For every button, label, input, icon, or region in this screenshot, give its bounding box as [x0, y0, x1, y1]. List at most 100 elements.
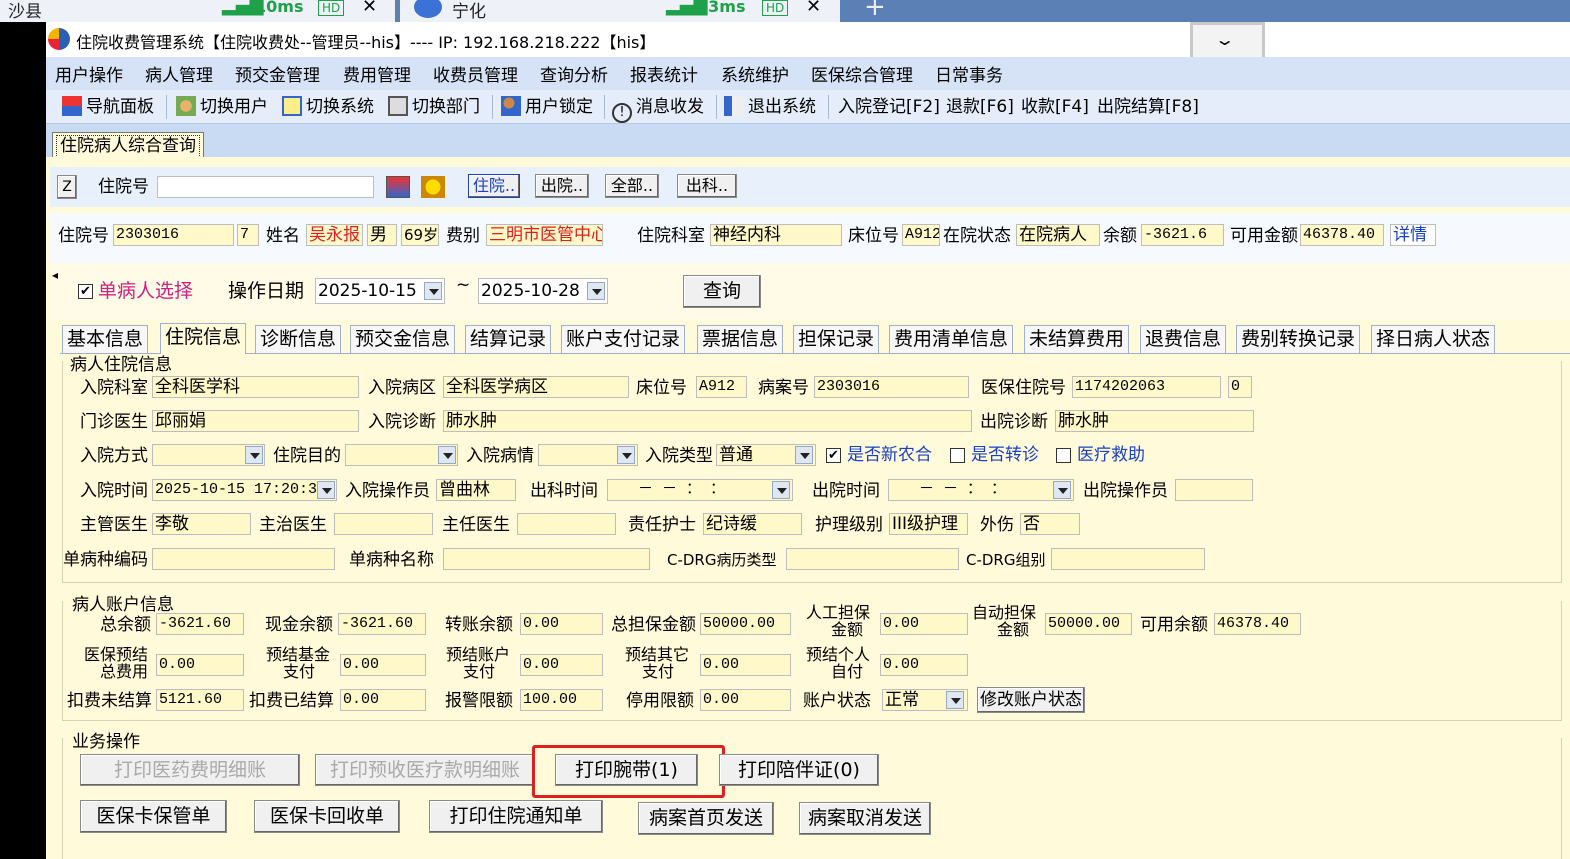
new-tab-icon[interactable]: +	[864, 0, 886, 22]
chief-doctor-field[interactable]: 李敬	[152, 513, 251, 535]
print-escort-pass-button[interactable]: 打印陪伴证(0)	[719, 754, 879, 786]
case-home-send-button[interactable]: 病案首页发送	[638, 802, 774, 835]
stop-limit-field[interactable]: 0.00	[700, 689, 791, 711]
age-field[interactable]: 69岁	[401, 224, 439, 246]
tab-date-status[interactable]: 择日病人状态	[1371, 325, 1496, 353]
menu-user-ops[interactable]: 用户操作	[55, 61, 145, 86]
adm-bed-field[interactable]: A912	[696, 376, 747, 398]
tab-fee-list[interactable]: 费用清单信息	[889, 325, 1014, 353]
drg-type-field[interactable]	[786, 548, 959, 570]
total-balance-field[interactable]: -3621.60	[156, 613, 244, 635]
print-admission-notice-button[interactable]: 打印住院通知单	[429, 800, 603, 833]
insurance-card-custody-button[interactable]: 医保卡保管单	[80, 800, 227, 833]
adm-way-dropdown-icon[interactable]	[245, 446, 263, 464]
query-button[interactable]: 查询	[683, 275, 761, 308]
exit-button[interactable]: 退出系统	[724, 95, 816, 119]
sd-code-field[interactable]	[152, 548, 335, 570]
drg-group-field[interactable]	[1051, 548, 1205, 570]
modify-account-state-button[interactable]: 修改账户状态	[977, 687, 1085, 713]
tab-invoice[interactable]: 票据信息	[697, 325, 784, 353]
print-wristband-button[interactable]: 打印腕带(1)	[555, 754, 698, 786]
injury-field[interactable]: 否	[1020, 513, 1080, 535]
tab-diagnosis[interactable]: 诊断信息	[255, 325, 342, 353]
ins-no-field[interactable]: 1174202063	[1072, 376, 1221, 398]
menu-insurance[interactable]: 医保综合管理	[811, 61, 935, 86]
clinic-doctor-field[interactable]: 邱丽娟	[152, 410, 359, 432]
card-reader-icon[interactable]	[386, 176, 410, 198]
out-dept-time-field[interactable]: － － ： ：	[607, 479, 793, 501]
tab-deposit[interactable]: 预交金信息	[350, 325, 456, 353]
filter-out-dept-button[interactable]: 出科..	[677, 174, 737, 198]
tab-basic-info[interactable]: 基本信息	[62, 325, 149, 353]
pre-self-field[interactable]: 0.00	[880, 654, 968, 676]
case-no-field[interactable]: 2303016	[814, 376, 969, 398]
detail-link[interactable]: 详情	[1390, 224, 1436, 246]
director-field[interactable]	[517, 513, 616, 535]
lock-user-button[interactable]: 用户锁定	[501, 95, 593, 119]
tab-refund[interactable]: 退费信息	[1140, 325, 1227, 353]
date-to-dropdown-icon[interactable]	[587, 282, 605, 300]
patient-name-field[interactable]: 吴永报	[306, 224, 363, 246]
dis-time-field[interactable]: － － ： ：	[888, 479, 1074, 501]
menu-report[interactable]: 报表统计	[630, 61, 721, 86]
tab-inpatient-info[interactable]: 住院信息	[160, 323, 247, 354]
z-button[interactable]: Z	[57, 175, 77, 199]
search-input[interactable]	[157, 176, 374, 198]
condition-dropdown-icon[interactable]	[617, 446, 635, 464]
patient-seq-field[interactable]: 7	[237, 224, 259, 246]
usable-balance-field[interactable]: 46378.40	[1214, 613, 1301, 635]
nav-panel-button[interactable]: 导航面板	[62, 95, 154, 119]
tab-fee-conversion[interactable]: 费别转换记录	[1236, 325, 1361, 353]
tab-account-payment[interactable]: 账户支付记录	[561, 325, 686, 353]
menu-system[interactable]: 系统维护	[721, 61, 811, 86]
pre-fund-field[interactable]: 0.00	[340, 654, 426, 676]
bed-field[interactable]: A912	[902, 224, 940, 246]
print-prepay-detail-button[interactable]: 打印预收医疗款明细账	[315, 754, 535, 786]
sex-field[interactable]: 男	[367, 224, 397, 246]
single-patient-checkbox[interactable]: ✔	[78, 284, 93, 299]
transfer-balance-field[interactable]: 0.00	[520, 613, 603, 635]
guarantee-field[interactable]: 50000.00	[700, 613, 791, 635]
switch-user-button[interactable]: 切换用户	[176, 95, 268, 119]
menu-query[interactable]: 查询分析	[540, 61, 630, 86]
attending-field[interactable]	[334, 513, 433, 535]
close-tab-1-icon[interactable]: ✕	[362, 0, 377, 17]
manual-guarantee-field[interactable]: 0.00	[880, 613, 968, 635]
mdi-tab[interactable]: 住院病人综合查询	[52, 132, 204, 158]
adm-type-dropdown-icon[interactable]	[795, 446, 813, 464]
account-state-dropdown-icon[interactable]	[946, 691, 964, 709]
menu-cashier[interactable]: 收费员管理	[433, 61, 540, 86]
dis-dx-field[interactable]: 肺水肿	[1055, 410, 1254, 432]
menu-fee[interactable]: 费用管理	[343, 61, 433, 86]
cash-balance-field[interactable]: -3621.60	[338, 613, 426, 635]
pre-account-field[interactable]: 0.00	[520, 654, 603, 676]
print-fee-detail-button[interactable]: 打印医药费明细账	[80, 754, 300, 786]
ward-dept-field[interactable]: 神经内科	[710, 224, 842, 246]
dis-operator-field[interactable]	[1175, 479, 1253, 501]
status-field[interactable]: 在院病人	[1016, 224, 1100, 246]
ncms-checkbox[interactable]: ✔	[826, 448, 841, 463]
balance-field[interactable]: -3621.6	[1141, 224, 1224, 246]
adm-time-field[interactable]: 2025-10-15 17:20:32	[152, 479, 337, 501]
patient-no-field[interactable]: 2303016	[113, 224, 234, 246]
fee-type-field[interactable]: 三明市医管中心	[486, 224, 603, 246]
ins-extra-field[interactable]: 0	[1228, 376, 1252, 398]
admission-f2-button[interactable]: 入院登记[F2]	[838, 95, 940, 119]
sd-name-field[interactable]	[443, 548, 650, 570]
tab-unsettled[interactable]: 未结算费用	[1024, 325, 1130, 353]
tab-settlement[interactable]: 结算记录	[465, 325, 552, 353]
dis-time-dropdown-icon[interactable]	[1053, 481, 1071, 499]
transfer-checkbox[interactable]	[950, 448, 965, 463]
unsettled-field[interactable]: 5121.60	[156, 689, 244, 711]
out-dept-time-dropdown-icon[interactable]	[772, 481, 790, 499]
menu-deposit[interactable]: 预交金管理	[235, 61, 343, 86]
available-field[interactable]: 46378.40	[1300, 224, 1384, 246]
menu-patient[interactable]: 病人管理	[145, 61, 235, 86]
pre-other-field[interactable]: 0.00	[700, 654, 791, 676]
purpose-dropdown-icon[interactable]	[438, 446, 456, 464]
menu-daily[interactable]: 日常事务	[935, 61, 1025, 86]
adm-time-dropdown-icon[interactable]	[317, 481, 335, 499]
pre-total-field[interactable]: 0.00	[156, 654, 244, 676]
tab-guarantee[interactable]: 担保记录	[793, 325, 880, 353]
nurse-field[interactable]: 纪诗缓	[703, 513, 802, 535]
